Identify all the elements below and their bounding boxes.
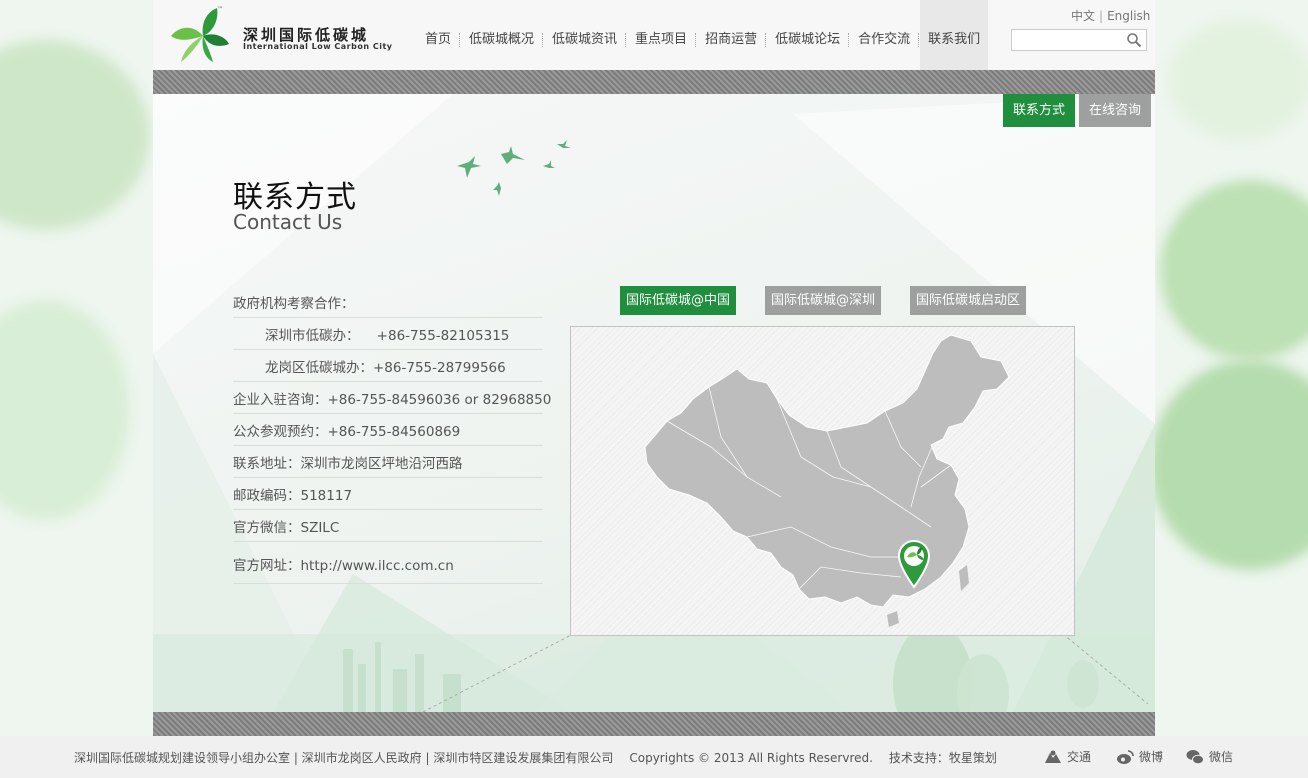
background-blob: [1150, 360, 1308, 570]
region-tab-startup-zone[interactable]: 国际低碳城启动区: [910, 286, 1027, 315]
lang-separator: |: [1099, 9, 1104, 23]
logo-name-en: International Low Carbon City: [243, 42, 393, 51]
lang-chinese-link[interactable]: 中文: [1071, 9, 1095, 23]
language-switch: 中文 | English: [1071, 7, 1150, 24]
footer: 深圳国际低碳城规划建设领导小组办公室 | 深圳市龙岗区人民政府 | 深圳市特区建…: [0, 736, 1308, 778]
china-map[interactable]: [570, 326, 1075, 636]
search-box: [1011, 29, 1147, 52]
contact-row-gov: 政府机构考察合作：: [233, 286, 543, 318]
china-map-shape: [644, 334, 1010, 627]
hatched-divider: [153, 712, 1155, 736]
traffic-icon: [1045, 750, 1061, 763]
nav-home[interactable]: 首页: [417, 0, 459, 70]
nav-forum[interactable]: 低碳城论坛: [767, 0, 848, 70]
contact-row-website[interactable]: 官方网址：http://www.ilcc.com.cn: [233, 542, 543, 584]
hatched-divider: [153, 70, 1155, 94]
lang-english-link[interactable]: English: [1107, 9, 1150, 23]
nav-projects[interactable]: 重点项目: [627, 0, 695, 70]
nav-investment[interactable]: 招商运营: [697, 0, 765, 70]
footer-weibo-link[interactable]: 微博: [1116, 748, 1163, 765]
leaf-logo-icon: [171, 8, 229, 62]
nav-contact[interactable]: 联系我们: [920, 0, 989, 70]
footer-wechat-link[interactable]: 微信: [1186, 748, 1233, 765]
search-input[interactable]: [1012, 32, 1130, 52]
contact-row-visit: 公众参观预约：+86-755-84560869: [233, 414, 543, 446]
background-blob: [0, 300, 130, 520]
map-pin-leaf-icon[interactable]: [897, 539, 931, 589]
footer-wechat-label: 微信: [1209, 750, 1234, 764]
trademark: ™: [217, 6, 223, 13]
contact-row-sz-office: 深圳市低碳办： +86-755-82105315: [233, 318, 543, 350]
footer-support: 技术支持：牧星策划: [888, 751, 997, 765]
contact-info-list: 政府机构考察合作： 深圳市低碳办： +86-755-82105315 龙岗区低碳…: [233, 286, 551, 584]
page-subtitle: Contact Us: [233, 210, 343, 234]
footer-weibo-label: 微博: [1139, 750, 1164, 764]
page-container: ™ 深圳国际低碳城 International Low Carbon City …: [153, 0, 1155, 736]
search-icon[interactable]: [1126, 32, 1142, 48]
contact-row-postcode: 邮政编码：518117: [233, 478, 543, 510]
birds-decoration-icon: [457, 140, 571, 196]
header: ™ 深圳国际低碳城 International Low Carbon City …: [153, 0, 1155, 70]
contact-row-lg-office: 龙岗区低碳城办：+86-755-28799566: [233, 350, 543, 382]
contact-row-enterprise: 企业入驻咨询：+86-755-84596036 or 82968850: [233, 382, 551, 414]
background-blob: [1160, 180, 1308, 360]
footer-traffic-label: 交通: [1067, 750, 1092, 764]
region-tab-shenzhen[interactable]: 国际低碳城@深圳: [765, 286, 882, 315]
footer-text: 深圳国际低碳城规划建设领导小组办公室 | 深圳市龙岗区人民政府 | 深圳市特区建…: [74, 749, 1013, 766]
wechat-icon: [1186, 749, 1204, 764]
contact-row-address: 联系地址：深圳市龙岗区坪地沿河西路: [233, 446, 543, 478]
contact-row-wechat: 官方微信：SZILC: [233, 510, 543, 542]
tab-contact-info[interactable]: 联系方式: [1003, 94, 1076, 127]
background-blob: [1170, 20, 1308, 140]
content-area: 联系方式 在线咨询 联系方式 Contact Us 政府机构考察合作： 深圳市低…: [153, 94, 1155, 712]
contact-tabs: 联系方式 在线咨询: [1003, 94, 1152, 127]
footer-traffic-link[interactable]: 交通: [1044, 748, 1091, 765]
background-blob: [0, 40, 150, 230]
weibo-icon: [1117, 749, 1134, 764]
region-tab-china[interactable]: 国际低碳城@中国: [620, 286, 737, 315]
footer-copyright: Copyrights © 2013 All Rights Reservred.: [629, 751, 873, 765]
nav-news[interactable]: 低碳城资讯: [544, 0, 625, 70]
nav-cooperation[interactable]: 合作交流: [850, 0, 918, 70]
nav-overview[interactable]: 低碳城概况: [461, 0, 542, 70]
tab-online-consult[interactable]: 在线咨询: [1079, 94, 1152, 127]
footer-org: 深圳国际低碳城规划建设领导小组办公室 | 深圳市龙岗区人民政府 | 深圳市特区建…: [74, 751, 614, 765]
main-nav: 首页 低碳城概况 低碳城资讯 重点项目 招商运营 低碳城论坛 合作交流 联系我们: [417, 0, 989, 70]
